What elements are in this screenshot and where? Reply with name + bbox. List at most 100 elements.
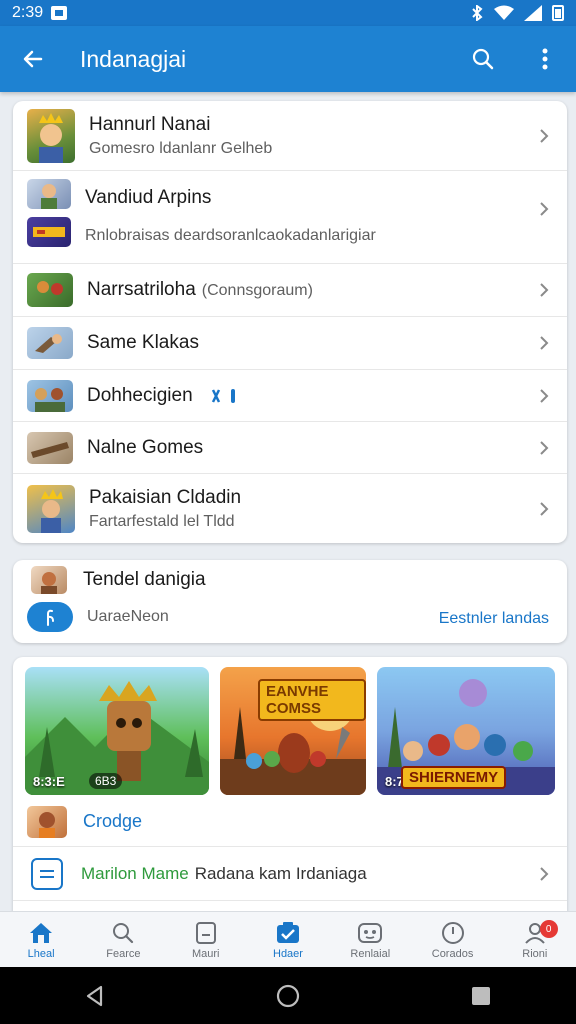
tile-label: 8:3:E [33,774,65,789]
list-item-title: Vandiud Arpins [85,187,212,208]
featured-game-tile[interactable]: 8:73 SHIERNEMY [377,667,555,795]
nav-label: Fearce [106,947,141,960]
chevron-right-icon [540,866,549,881]
chevron-right-icon [540,501,549,516]
trend-title: Tendel danigia [83,569,206,590]
game-thumbnail [27,217,71,247]
featured-game-tile[interactable]: EANVHE COMSS [220,667,366,795]
chevron-right-icon [540,202,549,216]
more-vert-icon [542,48,548,70]
back-triangle-icon[interactable] [85,985,105,1007]
menu-square-icon [31,857,63,890]
game-thumbnail [27,327,73,359]
battery-icon [552,5,564,21]
see-all-link[interactable]: Eestnler landas [439,610,549,628]
clock-icon [441,921,464,944]
list-item[interactable]: Same Klakas [13,317,567,370]
footer-text: Radana kam Irdaniaga [194,863,367,883]
game-thumbnail [27,484,75,533]
system-navigation [0,967,576,1024]
home-icon [30,922,53,943]
check-badge-icon [276,921,299,943]
list-item[interactable]: Hannurl Nanai Gomesro ldanlanr Gelheb [13,101,567,171]
trend-card: Tendel danigia UaraeNeon Eestnler landas [13,560,567,643]
game-thumbnail [27,108,75,163]
list-item-title: Narrsatriloha [87,279,196,300]
list-item-title: Dohhecigien [87,384,193,406]
game-thumbnail [27,179,71,209]
more-options-button[interactable] [514,26,576,92]
game-list-card: Hannurl Nanai Gomesro ldanlanr Gelheb Va… [13,101,567,543]
footer-row[interactable]: Marilon Mame Radana kam Irdaniaga [13,847,567,901]
nav-games[interactable]: Renlaial [329,912,411,967]
chevron-right-icon [540,440,549,455]
list-item-subtitle: Rnlobraisas deardsoranlcaokadanlarigiar [85,227,376,244]
nav-label: Corados [431,947,474,960]
category-thumbnail [27,805,67,838]
page-title: Indanagjai [80,45,187,72]
list-item-title: Nalne Gomes [87,436,204,458]
search-button[interactable] [452,26,514,92]
list-item[interactable]: Dohhecigien [13,370,567,422]
nav-profile[interactable]: 0 Rioni [494,912,576,967]
list-item[interactable]: Nalne Gomes [13,422,567,474]
bluetooth-icon [472,5,483,21]
game-thumbnail [27,431,73,464]
nav-label: Mauri [191,947,220,960]
list-item-suffix: (Connsgoraum) [201,282,313,299]
nav-home[interactable]: Lheal [0,912,82,967]
home-circle-icon[interactable] [276,984,300,1008]
notification-icon [51,6,68,20]
controller-icon [211,388,235,403]
chevron-right-icon [540,283,549,297]
trend-thumbnail [31,566,67,594]
list-item[interactable]: Pakaisian Cldadin Fartarfestald lel Tldd [13,474,567,543]
signal-icon [524,5,542,21]
trend-action-button[interactable] [27,602,73,632]
chevron-right-icon [540,128,549,143]
list-item-title: Pakaisian Cldadin [89,486,242,508]
nav-label: Renlaial [350,947,391,960]
tile-banner: EANVHE COMSS [258,679,366,721]
category-row[interactable]: Crodge [13,797,567,847]
game-thumbnail [27,379,73,412]
list-item-title: Same Klakas [87,332,199,353]
search-icon [472,48,494,70]
notification-badge: 0 [539,920,558,938]
game-thumbnail [27,273,73,307]
chevron-right-icon [540,336,549,350]
bottom-navigation: Lheal Fearce Mauri Hdaer Renlaial Corado… [0,911,576,967]
nav-verified[interactable]: Hdaer [247,912,329,967]
list-item-subtitle: Fartarfestald lel Tldd [89,512,235,530]
wifi-icon [494,5,514,20]
nav-label: Rioni [522,947,548,960]
nav-search[interactable]: Fearce [82,912,164,967]
controller-icon [358,922,383,943]
nav-library[interactable]: Mauri [165,912,247,967]
trend-action[interactable]: UaraeNeon [27,602,169,632]
list-item-title: Hannurl Nanai [89,113,211,135]
search-icon [113,922,134,943]
nav-label: Lheal [27,947,55,960]
status-bar: 2:39 [0,0,576,26]
list-item[interactable]: Vandiud Arpins Rnlobraisas deardsoranlca… [13,171,567,264]
trend-action-label: UaraeNeon [87,608,169,625]
list-item-subtitle: Gomesro ldanlanr Gelheb [89,139,273,157]
library-icon [195,921,216,944]
back-button[interactable] [0,26,66,92]
status-time: 2:39 [12,4,44,21]
list-item[interactable]: Narrsatriloha (Connsgoraum) [13,264,567,317]
arrow-back-icon [23,50,43,68]
category-label: Crodge [83,811,143,831]
touch-icon [47,609,54,626]
chevron-right-icon [540,388,549,403]
tile-banner: SHIERNEMY [401,766,507,789]
footer-highlight: Marilon Mame [81,863,189,883]
nav-label: Hdaer [273,947,303,960]
nav-history[interactable]: Corados [411,912,493,967]
app-bar: Indanagjai [0,26,576,92]
recents-square-icon[interactable] [471,986,491,1006]
featured-game-tile[interactable]: 8:3:E 6B3 [25,667,209,795]
featured-card: 8:3:E 6B3 EANVHE COMSS 8:73 SHIERNEMY Cr… [13,657,567,913]
tile-counter: 6B3 [89,773,123,789]
